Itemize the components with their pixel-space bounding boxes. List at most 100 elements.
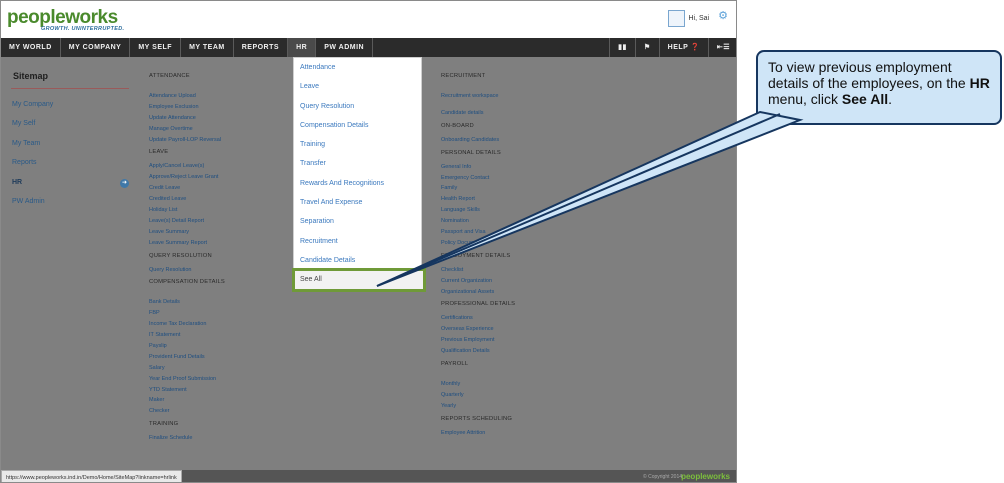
sitemap-link[interactable]: IT Statement [149, 332, 225, 343]
sitemap-link[interactable]: Quarterly [441, 392, 515, 403]
sitemap-link[interactable]: General Info [441, 164, 515, 175]
sitemap-link[interactable]: Manage Overtime [149, 126, 225, 137]
sitemap-link[interactable]: Nomination [441, 218, 515, 229]
sitemap-link[interactable]: FBP [149, 310, 225, 321]
hr-menu-transfer[interactable]: Transfer [294, 154, 421, 173]
sitemap-link[interactable]: Emergency Contact [441, 175, 515, 186]
sitemap-link[interactable]: Health Report [441, 196, 515, 207]
sitemap-link[interactable]: Leave Summary Report [149, 240, 225, 251]
sitemap-link[interactable]: Monthly [441, 381, 515, 392]
help-button[interactable]: HELP ❓ [658, 38, 708, 57]
hr-menu-query-resolution[interactable]: Query Resolution [294, 97, 421, 116]
sitemap-link[interactable]: Current Organization [441, 278, 515, 289]
hr-menu-compensation-details[interactable]: Compensation Details [294, 116, 421, 135]
sitemap-column-hr: ATTENDANCE Attendance Upload Employee Excl… [149, 71, 225, 446]
section-heading: RECRUITMENT [441, 73, 486, 79]
sitemap-link[interactable]: Yearly [441, 403, 515, 414]
section-heading: PROFESSIONAL DETAILS [441, 301, 516, 308]
callout-text-middle: menu, click [768, 91, 842, 107]
sitemap-link[interactable]: Salary [149, 365, 225, 376]
sitemap-link[interactable]: Qualification Details [441, 348, 515, 359]
user-area: Hi, Sai ⚙ [667, 9, 728, 27]
sidebar-item-hr[interactable]: HR [12, 179, 53, 198]
sitemap-link[interactable]: Payslip [149, 343, 225, 354]
sitemap-link[interactable]: Leave(s) Detail Report [149, 218, 225, 229]
sitemap-link[interactable]: Previous Employment [441, 337, 515, 348]
sitemap-link[interactable]: Holiday List [149, 207, 225, 218]
sitemap-sidebar: My Company My Self My Team Reports HR PW… [12, 101, 53, 217]
hr-menu-separation[interactable]: Separation [294, 212, 421, 231]
nav-my-company[interactable]: MY COMPANY [61, 38, 131, 57]
sitemap-link[interactable]: Attendance Upload [149, 93, 225, 104]
nav-right-tools: ▮▮ ⚑ HELP ❓ ⇤☰ [609, 38, 736, 57]
status-url: https://www.peopleworks.ind.in/Demo/Home… [1, 470, 182, 482]
sidebar-item-my-company[interactable]: My Company [12, 101, 53, 120]
footer-logo: peopleworks [681, 472, 730, 481]
nav-my-self[interactable]: MY SELF [130, 38, 182, 57]
instruction-callout: To view previous employment details of t… [756, 50, 1002, 125]
sitemap-link[interactable]: Credit Leave [149, 185, 225, 196]
section-heading: QUERY RESOLUTION [149, 252, 212, 259]
arrow-right-icon: ➜ [120, 179, 129, 188]
user-greeting: Hi, Sai [688, 15, 710, 22]
section-heading: ON-BOARD [441, 122, 474, 129]
avatar[interactable] [667, 10, 685, 27]
main-nav: MY WORLD MY COMPANY MY SELF MY TEAM REPO… [1, 38, 736, 57]
nav-my-team[interactable]: MY TEAM [181, 38, 234, 57]
sitemap-link[interactable]: Finalize Schedule [149, 435, 225, 446]
hr-menu-leave[interactable]: Leave [294, 77, 421, 96]
sitemap-link[interactable]: Certifications [441, 315, 515, 326]
nav-pw-admin[interactable]: PW ADMIN [316, 38, 374, 57]
divider [11, 88, 129, 89]
gear-icon[interactable]: ⚙ [718, 9, 728, 22]
sitemap-link[interactable]: Checklist [441, 267, 515, 278]
hr-menu-training[interactable]: Training [294, 135, 421, 154]
flag-icon[interactable]: ⚑ [634, 38, 659, 57]
sitemap-link[interactable]: Organizational Assets [441, 289, 515, 300]
sitemap-link[interactable]: Update Attendance [149, 115, 225, 126]
sitemap-link[interactable]: Approve/Reject Leave Grant [149, 174, 225, 185]
hr-menu-rewards[interactable]: Rewards And Recognitions [294, 174, 421, 193]
sitemap-link[interactable]: Update Payroll-LOP Reversal [149, 137, 225, 148]
sidebar-item-pw-admin[interactable]: PW Admin [12, 198, 53, 217]
nav-my-world[interactable]: MY WORLD [1, 38, 61, 57]
sitemap-link[interactable]: Year End Proof Submission [149, 376, 225, 387]
sidebar-item-reports[interactable]: Reports [12, 159, 53, 178]
nav-hr[interactable]: HR [288, 38, 317, 57]
callout-menu: HR [969, 75, 990, 91]
sitemap-link[interactable]: Employee Attrition [441, 430, 515, 441]
section-heading: COMPENSATION DETAILS [149, 279, 225, 286]
sitemap-link[interactable]: Employee Exclusion [149, 104, 225, 115]
sitemap-link[interactable]: Onboarding Candidates [441, 137, 515, 148]
sitemap-link[interactable]: Bank Details [149, 299, 225, 310]
sitemap-link[interactable]: Family [441, 185, 515, 196]
sitemap-link[interactable]: Passport and Visa [441, 229, 515, 240]
sidebar-item-my-self[interactable]: My Self [12, 120, 53, 139]
callout-target: See All [841, 91, 889, 107]
sitemap-link[interactable]: Candidate details [441, 110, 515, 121]
sitemap-link[interactable]: Policy Document [441, 240, 515, 251]
sitemap-link[interactable]: Checker [149, 408, 225, 419]
sitemap-link[interactable]: Query Resolution [149, 267, 225, 278]
section-heading: ATTENDANCE [149, 73, 190, 79]
section-heading: LEAVE [149, 149, 169, 156]
sitemap-link[interactable]: Maker [149, 397, 225, 408]
sitemap-link[interactable]: Leave Summary [149, 229, 225, 240]
sidebar-item-my-team[interactable]: My Team [12, 140, 53, 159]
sitemap-link[interactable]: Income Tax Declaration [149, 321, 225, 332]
book-icon[interactable]: ▮▮ [609, 38, 635, 57]
hr-dropdown-menu: Attendance Leave Query Resolution Compen… [293, 57, 422, 290]
see-all-link[interactable]: See All [292, 268, 426, 292]
sitemap-link[interactable]: Credited Leave [149, 196, 225, 207]
hr-menu-attendance[interactable]: Attendance [294, 58, 421, 77]
sitemap-link[interactable]: Provident Fund Details [149, 354, 225, 365]
nav-reports[interactable]: REPORTS [234, 38, 289, 57]
sitemap-link[interactable]: YTD Statement [149, 387, 225, 398]
menu-toggle-icon[interactable]: ⇤☰ [707, 38, 736, 57]
sitemap-link[interactable]: Overseas Experience [441, 326, 515, 337]
sitemap-link[interactable]: Apply/Cancel Leave(s) [149, 163, 225, 174]
hr-menu-recruitment[interactable]: Recruitment [294, 232, 421, 251]
hr-menu-travel-expense[interactable]: Travel And Expense [294, 193, 421, 212]
sitemap-link[interactable]: Language Skills [441, 207, 515, 218]
sitemap-link[interactable]: Recruitment workspace [441, 93, 515, 104]
